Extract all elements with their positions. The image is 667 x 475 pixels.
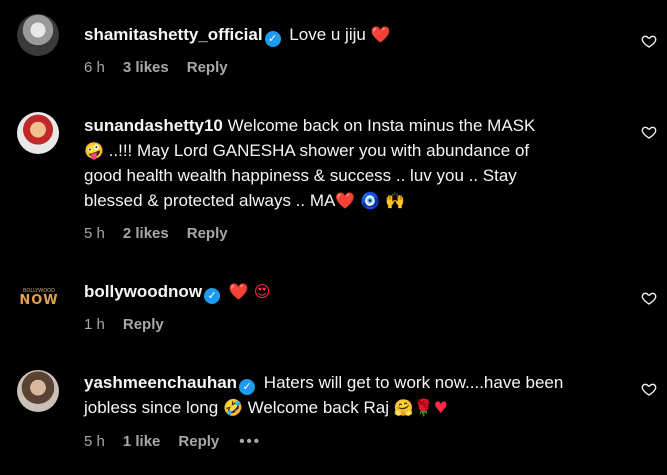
comment-text: bollywoodnow ✓ ❤️ 😍 xyxy=(84,279,614,304)
like-heart-icon[interactable] xyxy=(641,381,657,397)
verified-badge-icon: ✓ xyxy=(239,379,256,395)
comment-line-1: Haters will get to work now....have been xyxy=(263,373,564,392)
likes-count[interactable]: 1 like xyxy=(123,433,161,450)
comment-meta: 5 h 1 like Reply ••• xyxy=(84,433,261,450)
zany-face-emoji: 🤪 xyxy=(84,141,104,160)
verified-badge-icon: ✓ xyxy=(264,31,281,47)
username[interactable]: shamitashetty_official xyxy=(84,25,263,44)
avatar-logo-main: NOW xyxy=(19,293,59,308)
reply-button[interactable]: Reply xyxy=(123,316,164,333)
comment-line-2b: Welcome back Raj xyxy=(247,398,389,417)
comment-line-1: Welcome back on Insta minus the MASK xyxy=(227,116,536,135)
reply-button[interactable]: Reply xyxy=(187,59,228,76)
comment-line-3: good health wealth happiness & success .… xyxy=(84,166,517,185)
comment-text: sunandashetty10 Welcome back on Insta mi… xyxy=(84,113,614,213)
verified-badge-icon: ✓ xyxy=(204,288,221,304)
comment-text: yashmeenchauhan ✓ Haters will get to work… xyxy=(84,370,614,420)
comment-body: Love u jiju xyxy=(289,25,366,44)
timestamp: 1 h xyxy=(84,316,105,333)
likes-count[interactable]: 3 likes xyxy=(123,59,169,76)
timestamp: 6 h xyxy=(84,59,105,76)
comment-line-2a: jobless since long xyxy=(84,398,219,417)
reply-button[interactable]: Reply xyxy=(187,225,228,242)
avatar[interactable] xyxy=(17,112,59,154)
comment-line-4: blessed & protected always .. MA xyxy=(84,191,336,210)
username[interactable]: bollywoodnow xyxy=(84,282,202,301)
comment-meta: 6 h 3 likes Reply xyxy=(84,59,228,76)
rofl-emoji: 🤣 xyxy=(222,398,243,417)
more-options-icon[interactable]: ••• xyxy=(239,433,261,450)
reply-button[interactable]: Reply xyxy=(178,433,219,450)
likes-count[interactable]: 2 likes xyxy=(123,225,169,242)
comment-meta: 1 h Reply xyxy=(84,316,164,333)
username[interactable]: sunandashetty10 xyxy=(84,116,223,135)
heart-emoji: ❤️ xyxy=(370,25,391,44)
timestamp: 5 h xyxy=(84,433,105,450)
like-heart-icon[interactable] xyxy=(641,290,657,306)
avatar[interactable] xyxy=(17,14,59,56)
like-heart-icon[interactable] xyxy=(641,33,657,49)
username[interactable]: yashmeenchauhan xyxy=(84,373,237,392)
avatar[interactable]: BOLLYWOOD NOW xyxy=(17,288,61,312)
avatar[interactable] xyxy=(17,370,59,412)
like-heart-icon[interactable] xyxy=(641,124,657,140)
comment-meta: 5 h 2 likes Reply xyxy=(84,225,228,242)
comment-text: shamitashetty_official ✓ Love u jiju ❤️ xyxy=(84,22,614,47)
emoji-group: ❤️ 😍 xyxy=(228,282,271,301)
emoji-group: ❤️ 🧿 🙌 xyxy=(335,191,406,210)
emoji-group: 🤗🌹♥ xyxy=(393,398,448,417)
timestamp: 5 h xyxy=(84,225,105,242)
comment-line-2: ..!!! May Lord GANESHA shower you with a… xyxy=(108,141,530,160)
